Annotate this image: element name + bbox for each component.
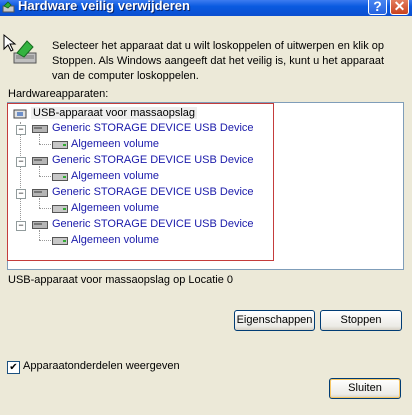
close-window-button[interactable]: ✕: [390, 0, 409, 15]
properties-button[interactable]: Eigenschappen: [234, 310, 315, 331]
title-bar: Hardware veilig verwijderen ? ✕: [0, 0, 412, 16]
show-components-label: Apparaatonderdelen weergeven: [23, 360, 180, 372]
status-text: USB-apparaat voor massaopslag op Locatie…: [8, 274, 234, 286]
help-button[interactable]: ?: [368, 0, 387, 15]
show-components-checkbox[interactable]: ✔: [7, 361, 20, 374]
safely-remove-hardware-icon: [2, 1, 15, 13]
instructions-text: Selecteer het apparaat dat u wilt loskop…: [52, 40, 385, 82]
window-title: Hardware veilig verwijderen: [18, 0, 190, 13]
eject-hardware-icon: [3, 33, 37, 64]
close-button[interactable]: Sluiten: [329, 378, 401, 399]
devices-label: Hardwareapparaten:: [8, 88, 109, 100]
stop-button[interactable]: Stoppen: [320, 310, 402, 331]
selection-outline: [7, 103, 274, 261]
